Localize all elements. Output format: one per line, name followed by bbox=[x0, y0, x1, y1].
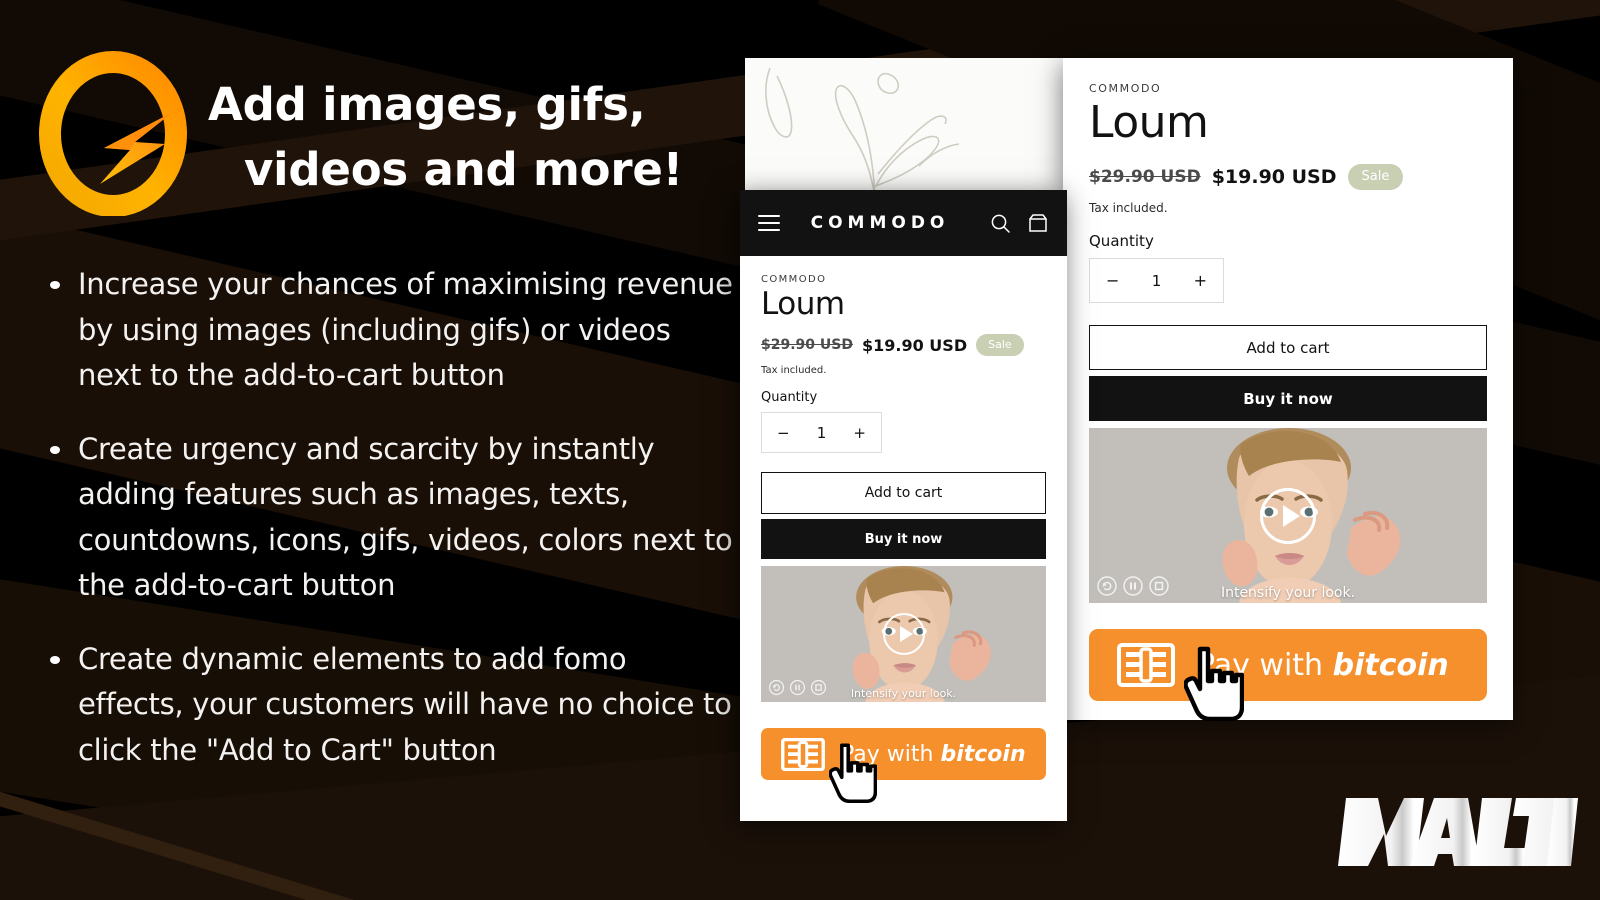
tax-note: Tax included. bbox=[1089, 201, 1168, 216]
product-vendor: COMMODO bbox=[1089, 82, 1162, 95]
status-badge: Sale bbox=[976, 334, 1024, 357]
pay-with-bitcoin-button[interactable]: Pay with bitcoin bbox=[761, 728, 1046, 781]
bullet-dot-icon bbox=[50, 445, 60, 454]
quantity-increment-button[interactable]: + bbox=[1194, 271, 1207, 290]
marketing-copy-panel: Add images, gifs, videos and more! Incre… bbox=[0, 0, 760, 900]
quantity-stepper[interactable]: − 1 + bbox=[761, 412, 882, 454]
bitcoin-button-wrapper: Pay with bitcoin bbox=[761, 728, 1046, 804]
cart-icon[interactable] bbox=[1027, 212, 1049, 234]
quantity-value[interactable]: 1 bbox=[1152, 272, 1162, 290]
tax-note: Tax included. bbox=[761, 365, 827, 377]
price-sale: $19.90 USD bbox=[1211, 166, 1337, 189]
product-video[interactable]: Intensify your look. bbox=[761, 566, 1046, 703]
mobile-product-preview: COMMODO COMMODO Loum $29.90 USD $19.90 U… bbox=[740, 190, 1067, 821]
waltt-wordmark bbox=[1316, 792, 1578, 876]
pay-with-bitcoin-button[interactable]: Pay with bitcoin bbox=[1089, 629, 1487, 702]
quantity-value[interactable]: 1 bbox=[817, 424, 827, 442]
play-button[interactable] bbox=[1260, 487, 1316, 544]
price-row: $29.90 USD $19.90 USD Sale bbox=[1089, 164, 1487, 191]
quantity-increment-button[interactable]: + bbox=[853, 424, 866, 442]
quantity-decrement-button[interactable]: − bbox=[777, 424, 790, 442]
bitcoin-card-icon bbox=[781, 737, 825, 771]
store-name: COMMODO bbox=[810, 213, 950, 233]
price-original: $29.90 USD bbox=[1089, 167, 1201, 188]
play-icon bbox=[899, 626, 913, 643]
price-sale: $19.90 USD bbox=[861, 335, 968, 355]
feature-bullet-list: Increase your chances of maximising reve… bbox=[34, 262, 740, 773]
list-item: Create dynamic elements to add fomo effe… bbox=[50, 637, 740, 774]
hamburger-icon[interactable] bbox=[758, 215, 780, 231]
pay-with-bitcoin-label: Pay with bitcoin bbox=[1197, 648, 1449, 683]
headline-line-2: videos and more! bbox=[244, 143, 683, 197]
quantity-decrement-button[interactable]: − bbox=[1106, 271, 1119, 290]
bitcoin-emphasis: bitcoin bbox=[1332, 647, 1449, 683]
product-vendor: COMMODO bbox=[761, 274, 827, 285]
desktop-product-preview: COMMODO Loum $29.90 USD $19.90 USD Sale … bbox=[1063, 58, 1513, 722]
headline-row: Add images, gifs, videos and more! bbox=[34, 44, 740, 216]
quantity-stepper[interactable]: − 1 + bbox=[1089, 258, 1224, 304]
bitcoin-prefix: Pay with bbox=[841, 741, 941, 767]
bullet-dot-icon bbox=[50, 281, 60, 289]
price-row: $29.90 USD $19.90 USD Sale bbox=[761, 334, 1046, 357]
mobile-store-header: COMMODO bbox=[740, 190, 1067, 256]
bullet-text: Create urgency and scarcity by instantly… bbox=[78, 431, 733, 603]
product-image bbox=[745, 58, 1067, 198]
play-icon bbox=[1282, 504, 1300, 527]
bitcoin-button-wrapper: Pay with bitcoin bbox=[1089, 629, 1487, 722]
quantity-label: Quantity bbox=[761, 390, 818, 406]
play-button[interactable] bbox=[882, 613, 925, 656]
status-badge: Sale bbox=[1347, 164, 1404, 191]
quantity-label: Quantity bbox=[1089, 232, 1154, 251]
product-title: Loum bbox=[761, 286, 845, 322]
video-caption: Intensify your look. bbox=[1220, 585, 1356, 602]
waltt-bolt-logo bbox=[34, 48, 192, 216]
list-item: Create urgency and scarcity by instantly… bbox=[50, 427, 740, 609]
video-caption: Intensify your look. bbox=[850, 687, 957, 701]
bullet-text: Create dynamic elements to add fomo effe… bbox=[78, 641, 732, 767]
add-to-cart-button[interactable]: Add to cart bbox=[761, 472, 1046, 515]
buy-it-now-button[interactable]: Buy it now bbox=[761, 519, 1046, 560]
headline-line-1: Add images, gifs, bbox=[208, 78, 646, 131]
price-original: $29.90 USD bbox=[761, 337, 853, 354]
bitcoin-prefix: Pay with bbox=[1197, 647, 1333, 683]
add-to-cart-button[interactable]: Add to cart bbox=[1089, 325, 1487, 371]
bitcoin-card-icon bbox=[1117, 643, 1175, 688]
search-icon[interactable] bbox=[990, 213, 1011, 234]
product-video[interactable]: Intensify your look. bbox=[1089, 428, 1487, 604]
bitcoin-emphasis: bitcoin bbox=[940, 741, 1026, 767]
pay-with-bitcoin-label: Pay with bitcoin bbox=[841, 742, 1026, 767]
product-title: Loum bbox=[1089, 97, 1209, 148]
bullet-text: Increase your chances of maximising reve… bbox=[78, 267, 733, 393]
bullet-dot-icon bbox=[50, 655, 60, 664]
page-title: Add images, gifs, videos and more! bbox=[208, 44, 683, 203]
buy-it-now-button[interactable]: Buy it now bbox=[1089, 376, 1487, 422]
list-item: Increase your chances of maximising reve… bbox=[50, 262, 740, 399]
